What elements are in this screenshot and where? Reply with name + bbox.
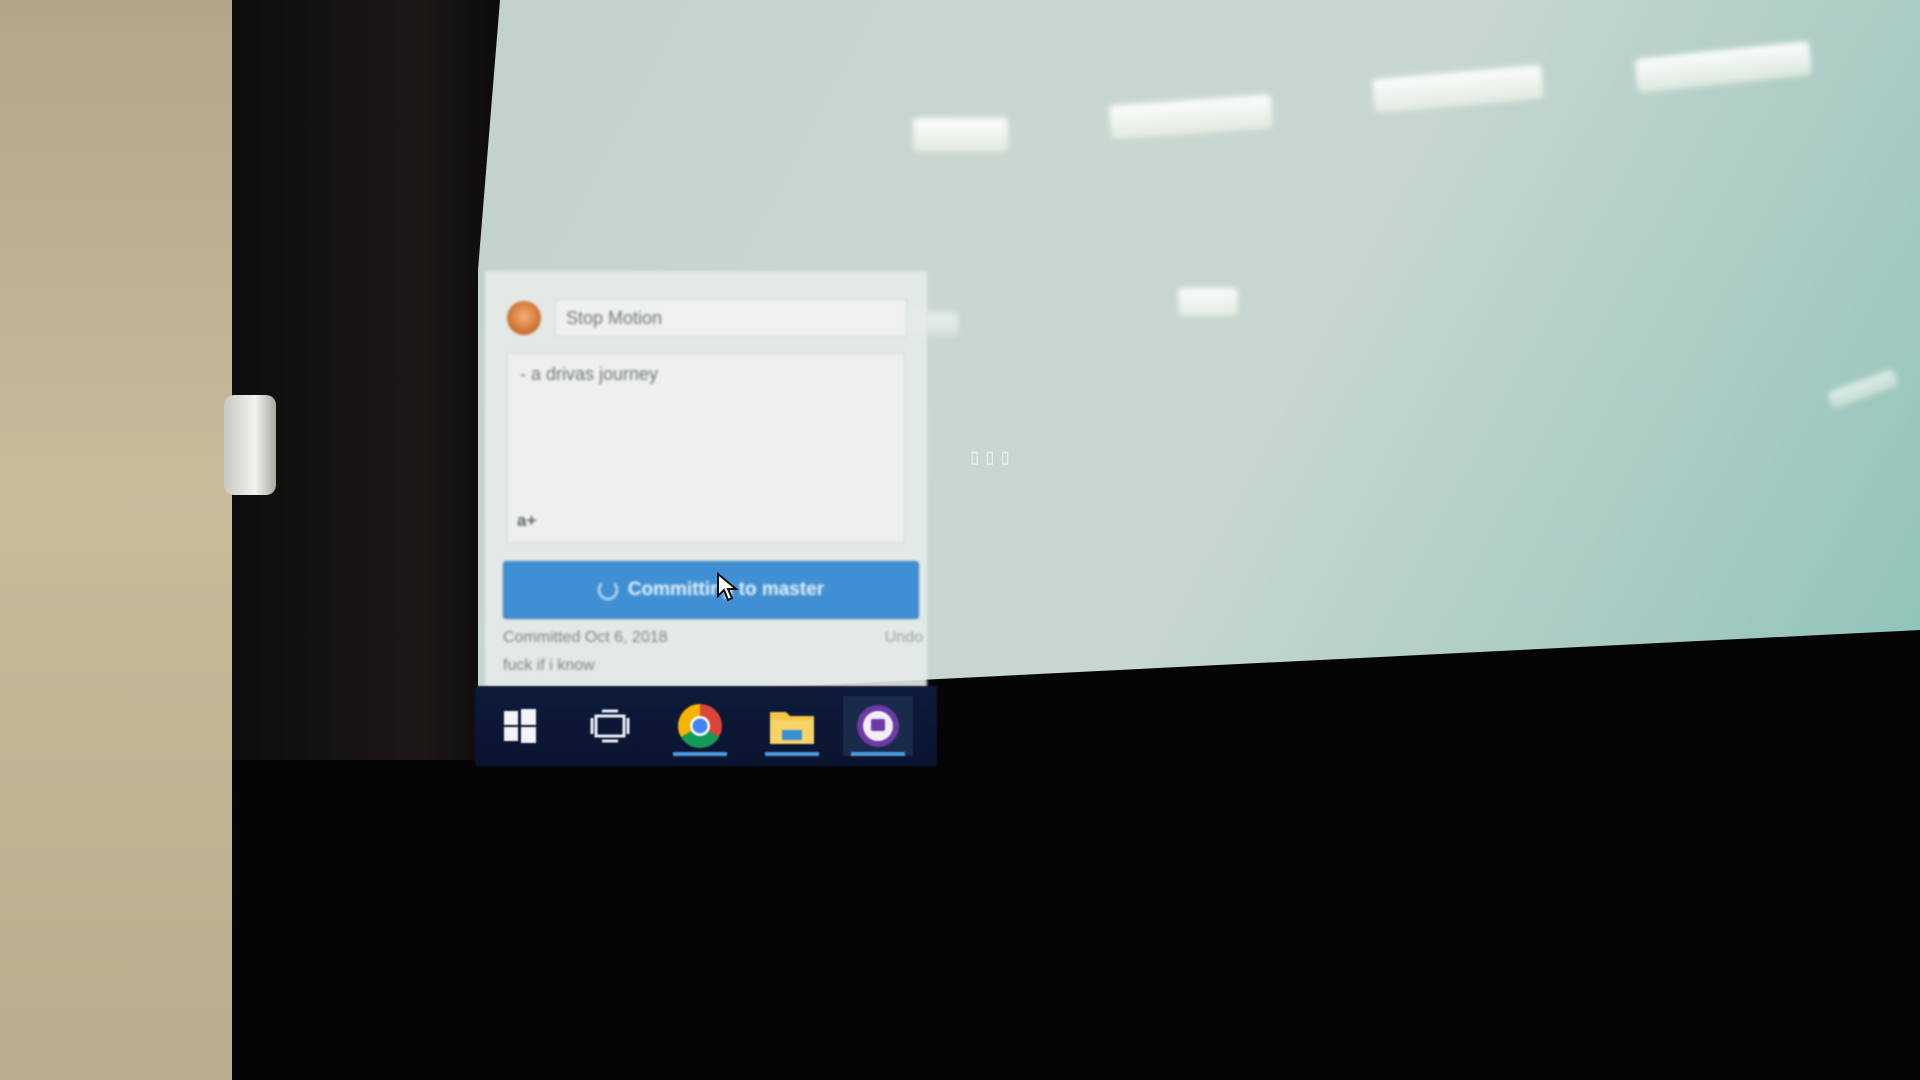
ceiling-light-reflection bbox=[1371, 64, 1545, 114]
taskbar bbox=[475, 686, 937, 766]
folder-icon bbox=[770, 712, 814, 744]
app-taskbar-item[interactable] bbox=[843, 696, 913, 756]
chrome-icon bbox=[678, 704, 722, 748]
commit-description-text: - a drivas journey bbox=[520, 364, 659, 384]
task-view-button[interactable] bbox=[575, 696, 645, 756]
windows-logo-icon bbox=[504, 709, 536, 743]
avatar bbox=[507, 301, 541, 335]
ceiling-light-reflection bbox=[1827, 368, 1899, 410]
last-commit-info: Committed Oct 6, 2018 Undo fuck if i kno… bbox=[503, 629, 923, 687]
ceiling-light-reflection bbox=[913, 118, 1008, 152]
active-indicator bbox=[851, 752, 905, 756]
task-view-icon bbox=[590, 709, 630, 743]
ceiling-light-reflection bbox=[1178, 288, 1238, 316]
commit-description-input[interactable]: - a drivas journey bbox=[507, 353, 905, 543]
active-indicator bbox=[673, 752, 727, 756]
bezel-shadow bbox=[232, 0, 502, 760]
commit-summary-input[interactable]: Stop Motion bbox=[555, 299, 907, 337]
ceiling-light-reflection bbox=[1109, 94, 1273, 140]
active-indicator bbox=[765, 752, 819, 756]
desktop-icon[interactable]: ▯▯▯ bbox=[968, 445, 1014, 470]
summary-row: Stop Motion bbox=[507, 297, 907, 339]
last-commit-message: fuck if i know bbox=[503, 657, 595, 674]
add-coauthor-icon[interactable]: a+ bbox=[517, 511, 536, 531]
commit-panel: Stop Motion - a drivas journey a+ Commit… bbox=[485, 270, 927, 691]
file-explorer-taskbar-item[interactable] bbox=[757, 696, 827, 756]
committed-date: Committed Oct 6, 2018 bbox=[503, 629, 668, 646]
start-button[interactable] bbox=[485, 696, 555, 756]
ceiling-light-reflection bbox=[1634, 40, 1813, 94]
spinner-icon bbox=[597, 580, 618, 600]
undo-button[interactable]: Undo bbox=[885, 629, 923, 647]
room-wall bbox=[0, 0, 240, 1080]
wall-hook bbox=[224, 395, 276, 495]
purple-app-icon bbox=[857, 705, 899, 747]
commit-button[interactable]: Committing to master bbox=[503, 561, 919, 619]
chrome-taskbar-item[interactable] bbox=[665, 696, 735, 756]
